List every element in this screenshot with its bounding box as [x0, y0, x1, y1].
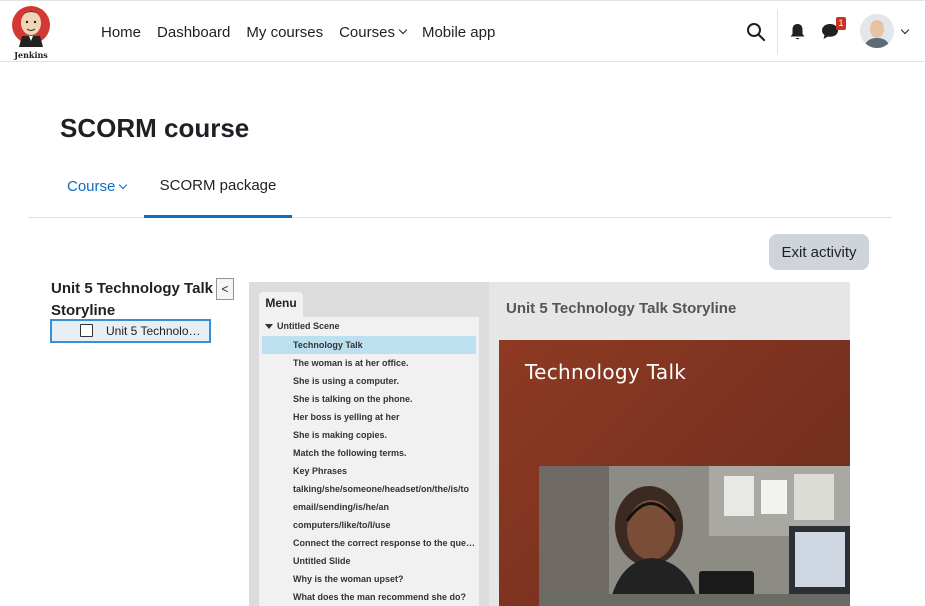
logo-text: Jenkins [14, 50, 48, 60]
slide-item[interactable]: She is talking on the phone. [262, 390, 476, 408]
scorm-player: Menu Untitled Scene Technology Talk The … [249, 282, 850, 606]
nav-courses-label: Courses [339, 23, 395, 41]
bell-icon[interactable] [789, 23, 806, 41]
slide-item[interactable]: Untitled Slide [262, 552, 476, 570]
slide-item[interactable]: Technology Talk [262, 336, 476, 354]
caret-down-icon [265, 323, 273, 329]
toc-collapse-button[interactable]: < [216, 278, 234, 300]
player-menu-panel: Menu Untitled Scene Technology Talk The … [249, 282, 489, 606]
slide-item[interactable]: She is using a computer. [262, 372, 476, 390]
content-title: Unit 5 Technology Talk Storyline [506, 300, 737, 317]
secondary-navigation: Course SCORM package [28, 160, 892, 218]
nav-dashboard[interactable]: Dashboard [157, 24, 230, 41]
slide-item[interactable]: The woman is at her office. [262, 354, 476, 372]
notification-count-badge: 1 [836, 17, 846, 30]
slide-menu-list: Untitled Scene Technology Talk The woman… [259, 317, 479, 606]
slide-item[interactable]: talking/she/someone/headset/on/the/is/to [262, 480, 476, 498]
slide-item[interactable]: What does the man recommend she do? [262, 588, 476, 606]
tab-course[interactable]: Course [67, 178, 128, 195]
top-navbar: Jenkins Home Dashboard My courses Course… [0, 0, 925, 62]
slide-photo [539, 466, 850, 606]
checkbox-icon [80, 324, 93, 337]
tab-course-label: Course [67, 178, 116, 195]
slide-item[interactable]: She is making copies. [262, 426, 476, 444]
menu-tab[interactable]: Menu [259, 292, 303, 318]
scene-label: Untitled Scene [277, 321, 340, 331]
chevron-down-icon[interactable] [900, 25, 910, 35]
butler-logo-icon [12, 6, 50, 47]
slide-item[interactable]: Why is the woman upset? [262, 570, 476, 588]
scene-header[interactable]: Untitled Scene [265, 321, 340, 331]
nav-courses-dropdown[interactable]: Courses [339, 23, 408, 41]
chevron-down-icon [398, 25, 408, 35]
slide-view: Technology Talk [499, 340, 850, 606]
nav-my-courses-label: My courses [246, 23, 324, 41]
user-avatar[interactable] [860, 14, 894, 48]
toc-title: Unit 5 Technology Talk Storyline [51, 280, 213, 319]
slide-item[interactable]: email/sending/is/he/an [262, 498, 476, 516]
nav-dashboard-label: Dashboard [157, 23, 231, 41]
navbar-divider [777, 9, 778, 55]
nav-home[interactable]: Home [101, 24, 141, 41]
user-avatar-icon [860, 14, 894, 48]
toc-item[interactable]: Unit 5 Technology Talk Storyline [50, 319, 211, 343]
slide-item[interactable]: Match the following terms. [262, 444, 476, 462]
player-content-panel: Unit 5 Technology Talk Storyline Technol… [489, 282, 850, 606]
toc-item-label: Unit 5 Technology Talk Storyline [106, 324, 206, 338]
slide-heading: Technology Talk [525, 360, 687, 384]
tab-scorm-package[interactable]: SCORM package [144, 160, 292, 218]
jenkins-logo[interactable]: Jenkins [10, 3, 52, 60]
exit-activity-button[interactable]: Exit activity [769, 234, 869, 270]
page-title: SCORM course [60, 113, 250, 143]
office-photo-icon [539, 466, 850, 606]
nav-mobile-app-label: Mobile app [421, 23, 496, 41]
slide-item[interactable]: Her boss is yelling at her [262, 408, 476, 426]
primary-navigation: Home Dashboard My courses Courses Mobile… [101, 1, 511, 63]
search-icon[interactable] [746, 22, 766, 42]
chevron-down-icon [119, 180, 128, 189]
nav-mobile-app[interactable]: Mobile app [422, 24, 495, 41]
slide-item[interactable]: computers/like/to/I/use [262, 516, 476, 534]
slide-item[interactable]: Key Phrases [262, 462, 476, 480]
nav-home-label: Home [101, 23, 142, 41]
slide-item[interactable]: Connect the correct response to the ques… [262, 534, 476, 552]
nav-my-courses[interactable]: My courses [246, 24, 323, 41]
